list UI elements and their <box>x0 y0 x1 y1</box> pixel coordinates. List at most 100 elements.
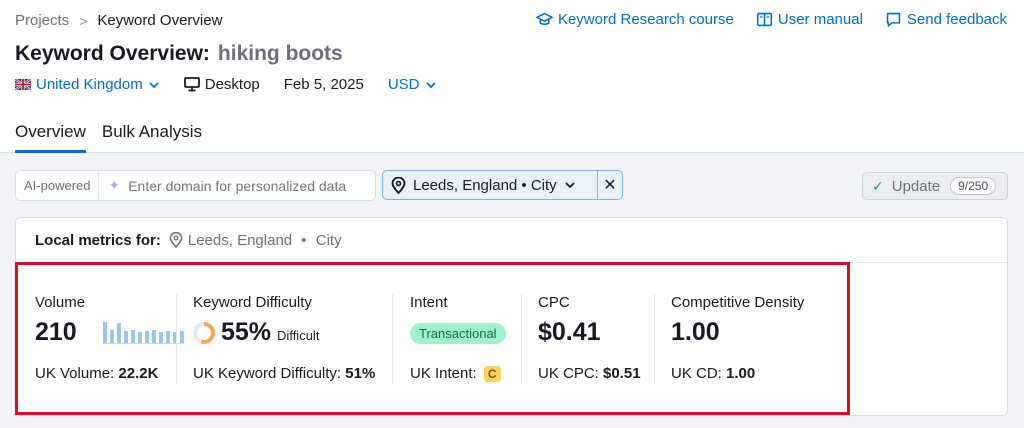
cpc-metric: CPC $0.41 UK CPC: $0.51 <box>538 294 641 382</box>
breadcrumb-projects-link[interactable]: Projects <box>15 12 69 29</box>
sparkle-icon: ✦ <box>108 177 121 193</box>
check-icon: ✓ <box>872 177 884 194</box>
cpc-label: CPC <box>538 294 570 311</box>
metric-divider <box>654 294 655 384</box>
local-metrics-location: Leeds, England <box>187 231 293 249</box>
clear-location-button[interactable]: ✕ <box>597 170 623 200</box>
kd-value: 55% <box>221 318 272 346</box>
chat-bubble-icon <box>886 12 901 27</box>
currency-selector[interactable]: USD <box>388 76 437 93</box>
book-icon <box>756 12 772 27</box>
page-title-prefix: Keyword Overview: <box>15 42 210 65</box>
volume-trend-bar <box>151 329 156 343</box>
metric-divider <box>176 294 177 384</box>
competitive-density-metric: Competitive Density 1.00 UK CD: 1.00 <box>671 294 804 382</box>
tab-overview[interactable]: Overview <box>15 122 86 153</box>
kd-label: Keyword Difficulty <box>193 294 312 311</box>
chevron-down-icon <box>425 81 436 88</box>
kd-value-row: 55% Difficult <box>193 318 319 347</box>
volume-trend-bar <box>102 321 107 343</box>
chevron-down-icon <box>149 81 159 88</box>
volume-trend-bar <box>116 322 121 343</box>
volume-label: Volume <box>35 294 86 311</box>
cd-value: 1.00 <box>671 318 720 346</box>
location-pin-icon <box>169 232 183 248</box>
keyword-research-course-link[interactable]: Keyword Research course <box>536 11 734 28</box>
kd-level: Difficult <box>277 328 320 343</box>
volume-trend-bar <box>130 329 135 343</box>
update-count-badge: 9/250 <box>950 177 997 195</box>
uk-cd-label: UK CD: <box>671 365 722 382</box>
uk-intent-badge: C <box>483 366 501 382</box>
intent-badge: Transactional <box>410 323 506 344</box>
uk-volume-value: 22.2K <box>118 365 159 382</box>
device-selector[interactable]: Desktop <box>183 76 260 93</box>
send-feedback-link[interactable]: Send feedback <box>885 11 1007 28</box>
ai-powered-label: AI-powered <box>16 171 100 200</box>
volume-value-row: 210 <box>35 318 184 347</box>
volume-trend-bar <box>158 331 163 343</box>
volume-trend-bar <box>137 331 142 343</box>
volume-trend-sparkline <box>102 321 184 344</box>
page-title-keyword: hiking boots <box>217 42 343 65</box>
uk-flag-icon <box>15 79 31 90</box>
uk-intent-label: UK Intent: <box>410 365 477 382</box>
volume-trend-bar <box>144 330 149 343</box>
uk-kd-value: 51% <box>345 365 376 382</box>
breadcrumb-current: Keyword Overview <box>97 12 223 29</box>
tab-bar: Overview Bulk Analysis <box>15 122 202 153</box>
breadcrumb-separator: > <box>79 12 88 29</box>
location-pin-icon <box>391 176 406 194</box>
desktop-icon <box>183 77 200 92</box>
uk-kd: UK Keyword Difficulty: 51% <box>193 365 375 382</box>
intent-metric: Intent Transactional UK Intent: C <box>410 294 506 382</box>
keyword-research-course-label: Keyword Research course <box>557 11 734 28</box>
volume-metric: Volume 210 UK Volume: 22.2K <box>35 294 184 382</box>
location-filter[interactable]: Leeds, England • City <box>382 170 598 200</box>
uk-cpc-value: $0.51 <box>603 365 641 382</box>
location-separator-dot: • <box>297 231 311 249</box>
volume-trend-bar <box>123 330 128 343</box>
local-metrics-location-type: City <box>315 231 342 249</box>
device-label: Desktop <box>204 76 260 93</box>
close-icon: ✕ <box>603 177 617 194</box>
uk-cd-value: 1.00 <box>726 365 756 382</box>
graduation-cap-icon <box>536 12 553 25</box>
local-metrics-heading: Local metrics for: <box>35 231 161 249</box>
volume-trend-bar <box>179 330 184 343</box>
volume-value: 210 <box>35 318 77 346</box>
uk-cd: UK CD: 1.00 <box>671 365 755 382</box>
volume-trend-bar <box>165 330 170 343</box>
date-label: Feb 5, 2025 <box>283 76 364 93</box>
cpc-value: $0.41 <box>538 318 601 346</box>
ai-domain-search: AI-powered ✦ <box>15 170 376 201</box>
tab-bulk-analysis[interactable]: Bulk Analysis <box>102 122 202 152</box>
location-filter-label: Leeds, England • City <box>413 176 557 194</box>
currency-label: USD <box>387 76 420 93</box>
chevron-down-icon <box>565 182 575 189</box>
breadcrumb: Projects > Keyword Overview <box>15 12 222 29</box>
page-title: Keyword Overview: hiking boots <box>15 42 343 66</box>
uk-kd-label: UK Keyword Difficulty: <box>193 365 342 382</box>
database-label: United Kingdom <box>36 76 143 93</box>
header-links: Keyword Research course User manual Send… <box>536 11 1007 28</box>
update-button[interactable]: ✓ Update 9/250 <box>862 172 1008 200</box>
uk-intent: UK Intent: C <box>410 365 501 382</box>
intent-label: Intent <box>410 294 448 311</box>
user-manual-link[interactable]: User manual <box>756 11 863 28</box>
date-selector[interactable]: Feb 5, 2025 <box>284 76 364 93</box>
local-metrics-header: Local metrics for: Leeds, England • City <box>16 218 1007 263</box>
volume-trend-bar <box>109 329 114 343</box>
metric-divider <box>521 294 522 384</box>
uk-cpc-label: UK CPC: <box>538 365 599 382</box>
user-manual-label: User manual <box>777 11 863 28</box>
domain-input[interactable] <box>128 177 369 194</box>
keyword-difficulty-metric: Keyword Difficulty 55% Difficult UK Keyw… <box>193 294 375 382</box>
uk-volume: UK Volume: 22.2K <box>35 365 158 382</box>
update-label: Update <box>891 177 941 195</box>
metric-divider <box>392 294 393 384</box>
filters-bar: United Kingdom Desktop Feb 5, 2025 USD <box>15 76 461 93</box>
database-selector[interactable]: United Kingdom <box>15 76 160 93</box>
uk-volume-label: UK Volume: <box>35 365 115 382</box>
uk-cpc: UK CPC: $0.51 <box>538 365 641 382</box>
